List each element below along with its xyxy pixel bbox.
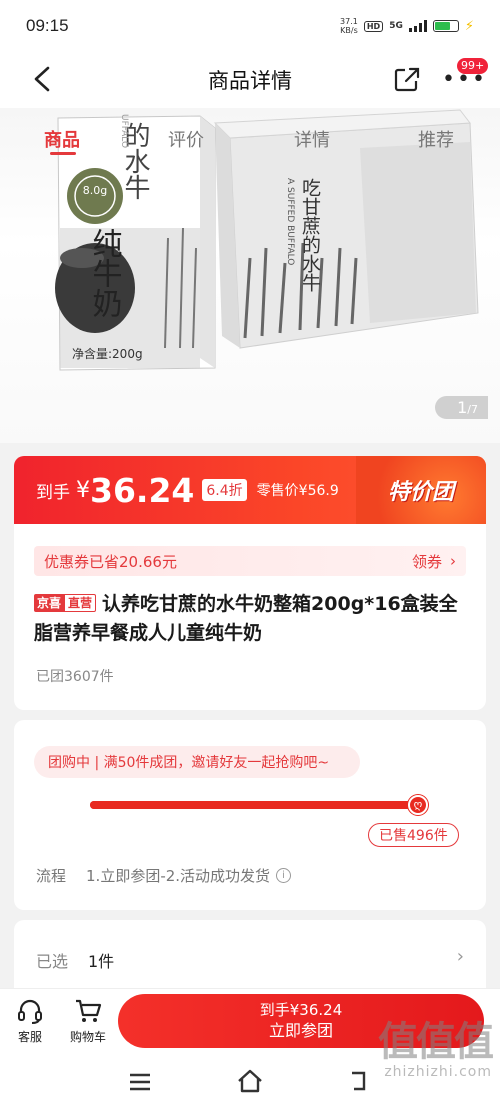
info-icon[interactable]: i: [276, 868, 292, 883]
cta-price: 到手¥36.24: [259, 1001, 343, 1019]
coupon-text: 优惠券已省20.66元: [44, 552, 177, 571]
watermark-logo: 值值值: [378, 1019, 494, 1065]
section-tabs: 商品 评价 详情 推荐: [0, 112, 500, 160]
home-icon[interactable]: [236, 1068, 264, 1094]
tag-zhiying: 直营: [64, 594, 97, 612]
cart-label: 购物车: [69, 1030, 106, 1044]
get-coupon-label: 领券: [411, 552, 442, 571]
group-status-pill: 团购中 | 满50件成团，邀请好友一起抢购吧~: [34, 746, 360, 778]
net-speed: 37.1 KB/s: [340, 17, 358, 35]
retail-label: 零售价: [256, 483, 299, 499]
battery-icon: [432, 20, 459, 32]
promo-text: 特价团: [387, 480, 454, 505]
flow-row: 流程 1.立即参团-2.活动成功发货 i: [36, 865, 292, 886]
tab-details[interactable]: 详情: [294, 126, 330, 152]
tab-reviews[interactable]: 评价: [168, 126, 204, 152]
group-progress-bar: [90, 801, 422, 809]
price-currency: ¥: [76, 477, 90, 503]
watermark-url: zhizhizhi.com: [384, 1064, 492, 1080]
status-bar: 09:15 37.1 KB/s HD 5G ⚡: [0, 0, 500, 52]
tab-product[interactable]: 商品: [44, 126, 80, 152]
headset-icon: [18, 999, 42, 1024]
flow-label: 流程: [36, 867, 67, 885]
chevron-right-icon: ›: [450, 552, 456, 570]
pack-net-text: 净含量:200g: [72, 346, 143, 361]
selected-label: 已选: [36, 952, 69, 971]
network-type: 5G: [389, 21, 403, 31]
status-icons: 37.1 KB/s HD 5G ⚡: [340, 17, 474, 35]
cart-icon: [76, 999, 102, 1022]
chevron-right-icon: ›: [456, 946, 464, 967]
promo-badge: 特价团: [356, 456, 486, 524]
tab-recommend[interactable]: 推荐: [418, 126, 454, 152]
price-amount: 36.24: [90, 470, 195, 510]
page-indicator: 1/7: [435, 396, 488, 419]
signal-icon: [408, 20, 427, 32]
charging-icon: ⚡: [464, 18, 474, 34]
top-nav: 商品详情 ••• 99+: [0, 52, 500, 108]
share-icon[interactable]: [392, 64, 422, 94]
sold-badge: 已售496件: [368, 823, 459, 847]
net-speed-value: 37.1: [340, 17, 358, 26]
customer-service-label: 客服: [17, 1030, 42, 1044]
page-total: /7: [467, 403, 478, 416]
price-banner: 到手 ¥ 36.24 6.4折 零售价¥56.9 特价团: [14, 456, 486, 524]
back-nav-icon[interactable]: [348, 1070, 372, 1092]
group-buy-card: 团购中 | 满50件成团，邀请好友一起抢购吧~ ღ 已售496件 流程 1.立即…: [14, 720, 486, 910]
product-title: 认养吃甘蔗的水牛奶整箱200g*16盒装全脂营养早餐成人儿童纯牛奶: [34, 593, 458, 644]
carton-brand-text: 吃甘蔗的水牛: [299, 178, 321, 292]
progress-fill: [90, 801, 422, 809]
tab-indicator: [50, 152, 76, 155]
product-info-card: 优惠券已省20.66元 领券 › 京喜 直营 认养吃甘蔗的水牛奶整箱200g*16盒…: [14, 524, 486, 710]
group-sold-count: 已团3607件: [36, 669, 114, 685]
carton-en-text: A SUFFED BUFFALO: [285, 178, 295, 265]
selected-value: 1件: [88, 952, 115, 971]
flow-steps: 1.立即参团-2.活动成功发货: [86, 867, 271, 885]
price-label: 到手: [36, 482, 70, 503]
get-coupon-button[interactable]: 领券 ›: [412, 551, 456, 572]
hd-icon: HD: [363, 20, 384, 32]
discount-badge: 6.4折: [202, 479, 247, 501]
net-speed-unit: KB/s: [340, 26, 358, 35]
tag-jingxi: 京喜: [34, 594, 65, 612]
product-title-block: 京喜 直营 认养吃甘蔗的水牛奶整箱200g*16盒装全脂营养早餐成人儿童纯牛奶: [34, 590, 474, 648]
cart-button[interactable]: 购物车: [60, 997, 116, 1045]
pack-main-text: 纯牛奶: [87, 228, 122, 318]
customer-service-button[interactable]: 客服: [2, 997, 58, 1045]
back-arrow-icon[interactable]: [28, 64, 56, 94]
menu-icon[interactable]: [128, 1072, 152, 1092]
flame-icon: ღ: [408, 795, 428, 815]
page-title: 商品详情: [208, 69, 292, 93]
retail-price: 零售价¥56.9: [257, 480, 339, 500]
status-time: 09:15: [26, 16, 69, 35]
message-badge: 99+: [457, 58, 489, 74]
coupon-row[interactable]: 优惠券已省20.66元 领券 ›: [34, 546, 466, 576]
site-watermark: 值值值 zhizhizhi.com: [378, 1019, 494, 1080]
retail-value: ¥56.9: [298, 483, 339, 499]
pack-badge-text: 8.0g: [83, 184, 107, 197]
page-current: 1: [457, 398, 468, 417]
